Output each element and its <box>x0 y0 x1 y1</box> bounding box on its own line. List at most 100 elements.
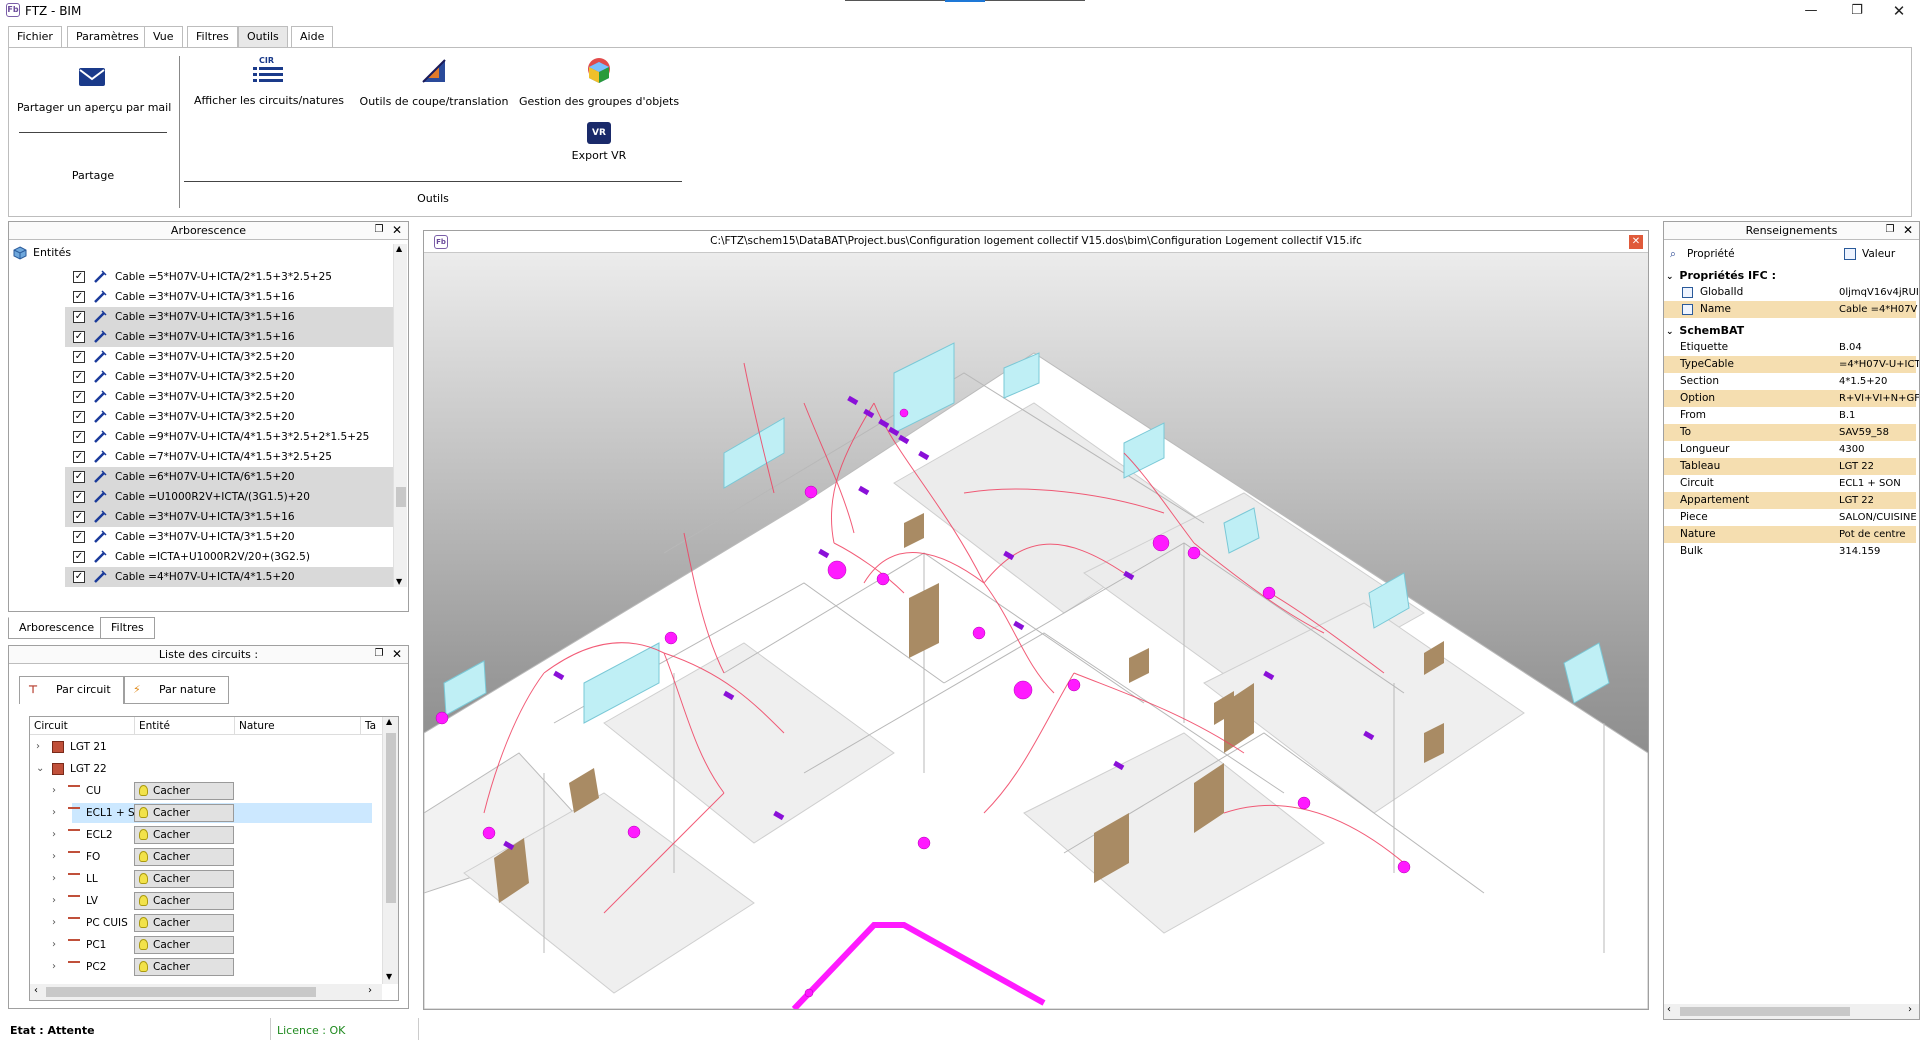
checkbox[interactable]: ✓ <box>73 511 85 523</box>
bim-3d-canvas[interactable] <box>424 253 1648 1009</box>
tree-item[interactable]: ✓ Cable =4*H07V-U+ICTA/4*1.5+20 <box>65 567 393 587</box>
scroll-down-icon[interactable]: ▼ <box>396 577 402 586</box>
property-row[interactable]: Appartement LGT 22 <box>1664 492 1916 509</box>
hide-circuit-button[interactable]: Cacher <box>134 936 234 954</box>
tree-item[interactable]: ✓ Cable =3*H07V-U+ICTA/3*1.5+20 <box>65 527 393 547</box>
restore-icon[interactable]: ❐ <box>1834 0 1880 22</box>
checkbox[interactable]: ✓ <box>73 391 85 403</box>
hide-circuit-button[interactable]: Cacher <box>134 870 234 888</box>
tab-aide[interactable]: Aide <box>291 26 334 47</box>
tree-item[interactable]: ✓ Cable =3*H07V-U+ICTA/3*2.5+20 <box>65 367 393 387</box>
property-row[interactable]: Piece SALON/CUISINE <box>1664 509 1917 526</box>
circuit-row[interactable]: › PC2 Cacher <box>30 956 382 978</box>
pin-icon[interactable]: ❐ <box>372 647 386 661</box>
circuit-row[interactable]: › ECL1 + S... Cacher <box>30 802 382 824</box>
property-row[interactable]: Section 4*1.5+20 <box>1664 373 1916 390</box>
export-vr-button[interactable]: VR Export VR <box>549 122 649 162</box>
col-valeur[interactable]: Valeur <box>1862 244 1895 264</box>
property-row[interactable]: From B.1 <box>1664 407 1916 424</box>
tab-parametres[interactable]: Paramètres <box>67 26 148 47</box>
checkbox[interactable]: ✓ <box>73 451 85 463</box>
checkbox[interactable]: ✓ <box>73 351 85 363</box>
circuit-row[interactable]: › LGT 21 <box>30 736 382 758</box>
property-row[interactable]: Etiquette B.04 <box>1664 339 1916 356</box>
close-icon[interactable]: ✕ <box>1901 223 1915 237</box>
property-row[interactable]: Tableau LGT 22 <box>1664 458 1916 475</box>
ifc-group-header[interactable]: ⌄ Propriétés IFC : <box>1664 267 1776 284</box>
checkbox[interactable]: ✓ <box>73 271 85 283</box>
property-row[interactable]: Circuit ECL1 + SON <box>1664 475 1916 492</box>
chevron-right-icon[interactable]: › <box>52 956 56 978</box>
tree-item[interactable]: ✓ Cable =9*H07V-U+ICTA/4*1.5+3*2.5+2*1.5+… <box>65 427 393 447</box>
pin-icon[interactable]: ❐ <box>1883 223 1897 237</box>
hide-circuit-button[interactable]: Cacher <box>134 804 234 822</box>
checkbox[interactable]: ✓ <box>73 371 85 383</box>
scroll-thumb[interactable] <box>386 733 396 903</box>
close-icon[interactable]: ✕ <box>1876 0 1920 22</box>
checkbox[interactable]: ✓ <box>73 331 85 343</box>
checkbox[interactable]: ✓ <box>73 571 85 583</box>
scroll-thumb[interactable] <box>396 487 406 507</box>
tree-item[interactable]: ✓ Cable =ICTA+U1000R2V/20+(3G2.5) <box>65 547 393 567</box>
hide-circuit-button[interactable]: Cacher <box>134 958 234 976</box>
hide-circuit-button[interactable]: Cacher <box>134 848 234 866</box>
close-icon[interactable]: ✕ <box>1629 235 1643 249</box>
properties-hscrollbar[interactable]: ‹ › <box>1664 1004 1919 1019</box>
checkbox[interactable]: ✓ <box>73 471 85 483</box>
scroll-up-icon[interactable]: ▲ <box>386 717 392 726</box>
tab-vue[interactable]: Vue <box>144 26 183 47</box>
chevron-right-icon[interactable]: › <box>52 868 56 890</box>
scroll-right-icon[interactable]: › <box>368 985 372 996</box>
circuit-row[interactable]: › PC CUIS Cacher <box>30 912 382 934</box>
checkbox[interactable]: ✓ <box>73 531 85 543</box>
circuits-vscrollbar[interactable]: ▲ ▼ <box>382 717 398 984</box>
chevron-down-icon[interactable]: ⌄ <box>36 758 44 780</box>
share-preview-button[interactable]: Partager un aperçu par mail <box>17 62 171 114</box>
show-circuits-button[interactable]: CIR Afficher les circuits/natures <box>189 56 349 107</box>
col-propriete[interactable]: Propriété <box>1687 244 1735 264</box>
tab-fichier[interactable]: Fichier <box>8 26 62 47</box>
schembat-group-header[interactable]: ⌄ SchemBAT <box>1664 322 1744 339</box>
checkbox[interactable]: ✓ <box>73 311 85 323</box>
bottom-tab-arborescence[interactable]: Arborescence <box>8 617 106 639</box>
chevron-right-icon[interactable]: › <box>52 934 56 956</box>
scroll-right-icon[interactable]: › <box>1908 1004 1912 1015</box>
tree-item[interactable]: ✓ Cable =6*H07V-U+ICTA/6*1.5+20 <box>65 467 393 487</box>
circuit-row[interactable]: › LL Cacher <box>30 868 382 890</box>
circuit-row[interactable]: › PC1 Cacher <box>30 934 382 956</box>
circuit-row[interactable]: ⌄ LGT 22 <box>30 758 382 780</box>
chevron-right-icon[interactable]: › <box>52 780 56 802</box>
chevron-right-icon[interactable]: › <box>52 846 56 868</box>
tree-item[interactable]: ✓ Cable =U1000R2V+ICTA/(3G1.5)+20 <box>65 487 393 507</box>
tab-outils[interactable]: Outils <box>238 26 288 47</box>
property-row[interactable]: TypeCable =4*H07V-U+ICT <box>1664 356 1919 373</box>
circuit-row[interactable]: › CU Cacher <box>30 780 382 802</box>
property-row[interactable]: Option R+VI+VI+N+GF <box>1664 390 1919 407</box>
bottom-tab-filtres[interactable]: Filtres <box>100 617 155 639</box>
col-nature[interactable]: Nature <box>234 717 275 735</box>
checkbox[interactable]: ✓ <box>73 491 85 503</box>
chevron-right-icon[interactable]: › <box>52 890 56 912</box>
object-groups-button[interactable]: Gestion des groupes d'objets <box>519 56 679 108</box>
close-icon[interactable]: ✕ <box>390 647 404 661</box>
close-icon[interactable]: ✕ <box>390 223 404 237</box>
property-row[interactable]: Longueur 4300 <box>1664 441 1916 458</box>
property-row[interactable]: Nature Pot de centre <box>1664 526 1916 543</box>
tab-par-nature[interactable]: ⚡ Par nature <box>124 676 229 704</box>
tree-item[interactable]: ✓ Cable =3*H07V-U+ICTA/3*2.5+20 <box>65 387 393 407</box>
tab-par-circuit[interactable]: ⊤ Par circuit <box>19 676 124 704</box>
circuit-row[interactable]: › FO Cacher <box>30 846 382 868</box>
tree-item[interactable]: ✓ Cable =5*H07V-U+ICTA/2*1.5+3*2.5+25 <box>65 267 393 287</box>
col-entite[interactable]: Entité <box>134 717 170 735</box>
scroll-thumb[interactable] <box>46 987 316 997</box>
tree-item[interactable]: ✓ Cable =3*H07V-U+ICTA/3*1.5+16 <box>65 307 393 327</box>
checkbox[interactable]: ✓ <box>73 551 85 563</box>
hide-circuit-button[interactable]: Cacher <box>134 826 234 844</box>
tree-item[interactable]: ✓ Cable =3*H07V-U+ICTA/3*1.5+16 <box>65 507 393 527</box>
scroll-left-icon[interactable]: ‹ <box>34 985 38 996</box>
minimize-icon[interactable]: — <box>1788 0 1834 22</box>
arborescence-scrollbar[interactable]: ▲ ▼ <box>393 244 407 587</box>
scroll-thumb[interactable] <box>1680 1007 1850 1016</box>
tree-root[interactable]: Entités <box>13 244 71 262</box>
scroll-down-icon[interactable]: ▼ <box>386 972 392 981</box>
